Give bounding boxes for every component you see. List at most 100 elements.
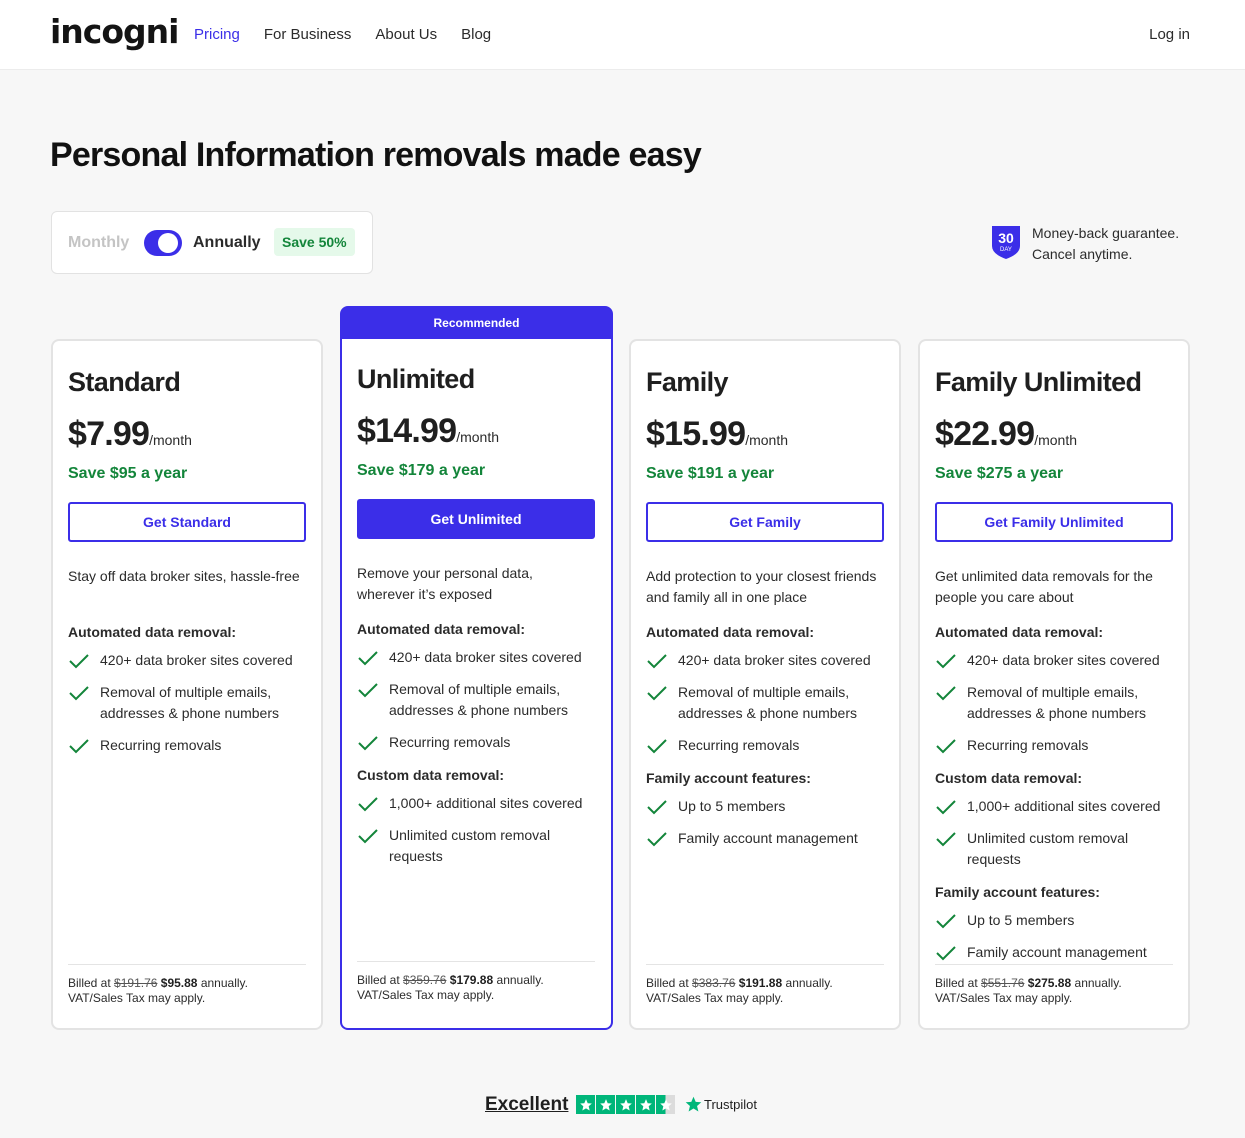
switch-knob [158,233,178,253]
billed-prefix: Billed at [68,976,111,990]
feature-text: 420+ data broker sites covered [100,652,293,668]
get-family-button[interactable]: Get Family [646,502,884,542]
plan-features: Automated data removal: 420+ data broker … [357,618,597,878]
billing-note: Billed at $551.76 $275.88 annually. VAT/… [935,964,1173,1006]
nav-about-us[interactable]: About Us [375,26,437,43]
price-period: /month [456,429,500,445]
top-navigation-bar: incogni Pricing For Business About Us Bl… [0,0,1245,70]
trustpilot-brand: Trustpilot [685,1096,757,1113]
guarantee-text: Money-back guarantee. Cancel anytime. [1032,223,1202,265]
plan-price: $15.99/month [646,415,788,454]
billed-suffix: annually. [496,973,544,987]
guarantee-line-1: Money-back guarantee. [1032,225,1180,241]
incogni-logo[interactable]: incogni [50,12,179,51]
shield-30-day-icon: 30 DAY [992,226,1020,259]
plan-card-family: Family $15.99/month Save $191 a year Get… [629,339,901,1030]
billing-period-toggle: Monthly Annually Save 50% [51,211,373,274]
check-icon [647,800,667,815]
feature-section-title: Custom data removal: [935,770,1083,786]
feature-text: Recurring removals [100,737,222,753]
billing-switch[interactable] [144,230,182,256]
nav-blog[interactable]: Blog [461,26,491,43]
check-icon [936,946,956,961]
feature-section-title: Custom data removal: [357,767,505,783]
yearly-savings: Save $95 a year [68,465,188,482]
tax-note: VAT/Sales Tax may apply. [68,991,206,1005]
check-icon [647,832,667,847]
check-icon [936,686,956,701]
feature-text: Recurring removals [389,734,511,750]
plan-name: Unlimited [357,364,475,394]
billed-new-price: $95.88 [160,976,198,990]
nav-pricing[interactable]: Pricing [194,26,240,43]
shield-number: 30 [998,230,1014,246]
feature-section-title: Automated data removal: [646,624,815,640]
feature-text: 420+ data broker sites covered [678,652,871,668]
star-icon [616,1095,635,1114]
price-amount: $7.99 [68,415,150,453]
yearly-savings: Save $191 a year [646,465,775,482]
guarantee-line-2: Cancel anytime. [1032,246,1133,262]
plan-card-family-unlimited: Family Unlimited $22.99/month Save $275 … [918,339,1190,1030]
feature-text: Up to 5 members [678,798,786,814]
feature-item: 1,000+ additional sites covered [357,793,597,814]
main-nav: Pricing For Business About Us Blog [194,26,491,43]
billed-new-price: $191.88 [738,976,783,990]
plan-description: Add protection to your closest friends a… [646,568,877,605]
feature-section-title: Family account features: [935,884,1100,900]
billing-note: Billed at $383.76 $191.88 annually. VAT/… [646,964,884,1006]
feature-item: Recurring removals [935,735,1175,756]
login-link[interactable]: Log in [1149,26,1190,43]
feature-text: Unlimited custom removal requests [389,827,551,864]
star-icon [596,1095,615,1114]
billed-old-price: $359.76 [403,973,447,987]
billed-old-price: $383.76 [692,976,736,990]
check-icon [936,739,956,754]
save-50-badge: Save 50% [274,228,355,256]
feature-text: 1,000+ additional sites covered [967,798,1161,814]
yearly-savings: Save $179 a year [357,462,486,479]
page-title: Personal Information removals made easy [50,136,702,174]
get-family-unlimited-button[interactable]: Get Family Unlimited [935,502,1173,542]
price-amount: $22.99 [935,415,1035,453]
check-icon [358,651,378,666]
plan-name: Family [646,367,729,397]
check-icon [936,800,956,815]
feature-section-title: Family account features: [646,770,811,786]
feature-text: 420+ data broker sites covered [389,649,582,665]
feature-text: 420+ data broker sites covered [967,652,1160,668]
monthly-label[interactable]: Monthly [68,234,129,252]
feature-text: Family account management [678,830,858,846]
feature-item: Unlimited custom removal requests [935,828,1175,870]
get-standard-button[interactable]: Get Standard [68,502,306,542]
rating-label[interactable]: Excellent [485,1094,568,1116]
trustpilot-rating[interactable]: Excellent Trustpilot [485,1093,765,1117]
tax-note: VAT/Sales Tax may apply. [646,991,784,1005]
check-icon [936,832,956,847]
feature-text: Removal of multiple emails, addresses & … [100,684,279,721]
billed-new-price: $275.88 [1027,976,1072,990]
get-unlimited-button[interactable]: Get Unlimited [357,499,595,539]
feature-item: Recurring removals [68,735,308,756]
feature-text: Removal of multiple emails, addresses & … [678,684,857,721]
trustpilot-star-icon [685,1096,702,1112]
plan-description: Stay off data broker sites, hassle-free [68,568,300,584]
trustpilot-brand-text: Trustpilot [704,1097,757,1112]
price-period: /month [149,432,192,448]
check-icon [358,683,378,698]
nav-for-business[interactable]: For Business [264,26,352,43]
check-icon [358,797,378,812]
billing-note: Billed at $191.76 $95.88 annually. VAT/S… [68,964,306,1006]
price-amount: $14.99 [357,412,457,450]
plan-name: Standard [68,367,181,397]
check-icon [647,686,667,701]
feature-item: Removal of multiple emails, addresses & … [646,682,886,724]
price-period: /month [1034,432,1078,448]
star-icon [656,1095,675,1114]
check-icon [69,739,89,754]
feature-item: Up to 5 members [646,796,886,817]
shield-unit: DAY [1000,247,1012,253]
annually-label[interactable]: Annually [193,234,261,252]
billed-suffix: annually. [1074,976,1122,990]
yearly-savings: Save $275 a year [935,465,1064,482]
